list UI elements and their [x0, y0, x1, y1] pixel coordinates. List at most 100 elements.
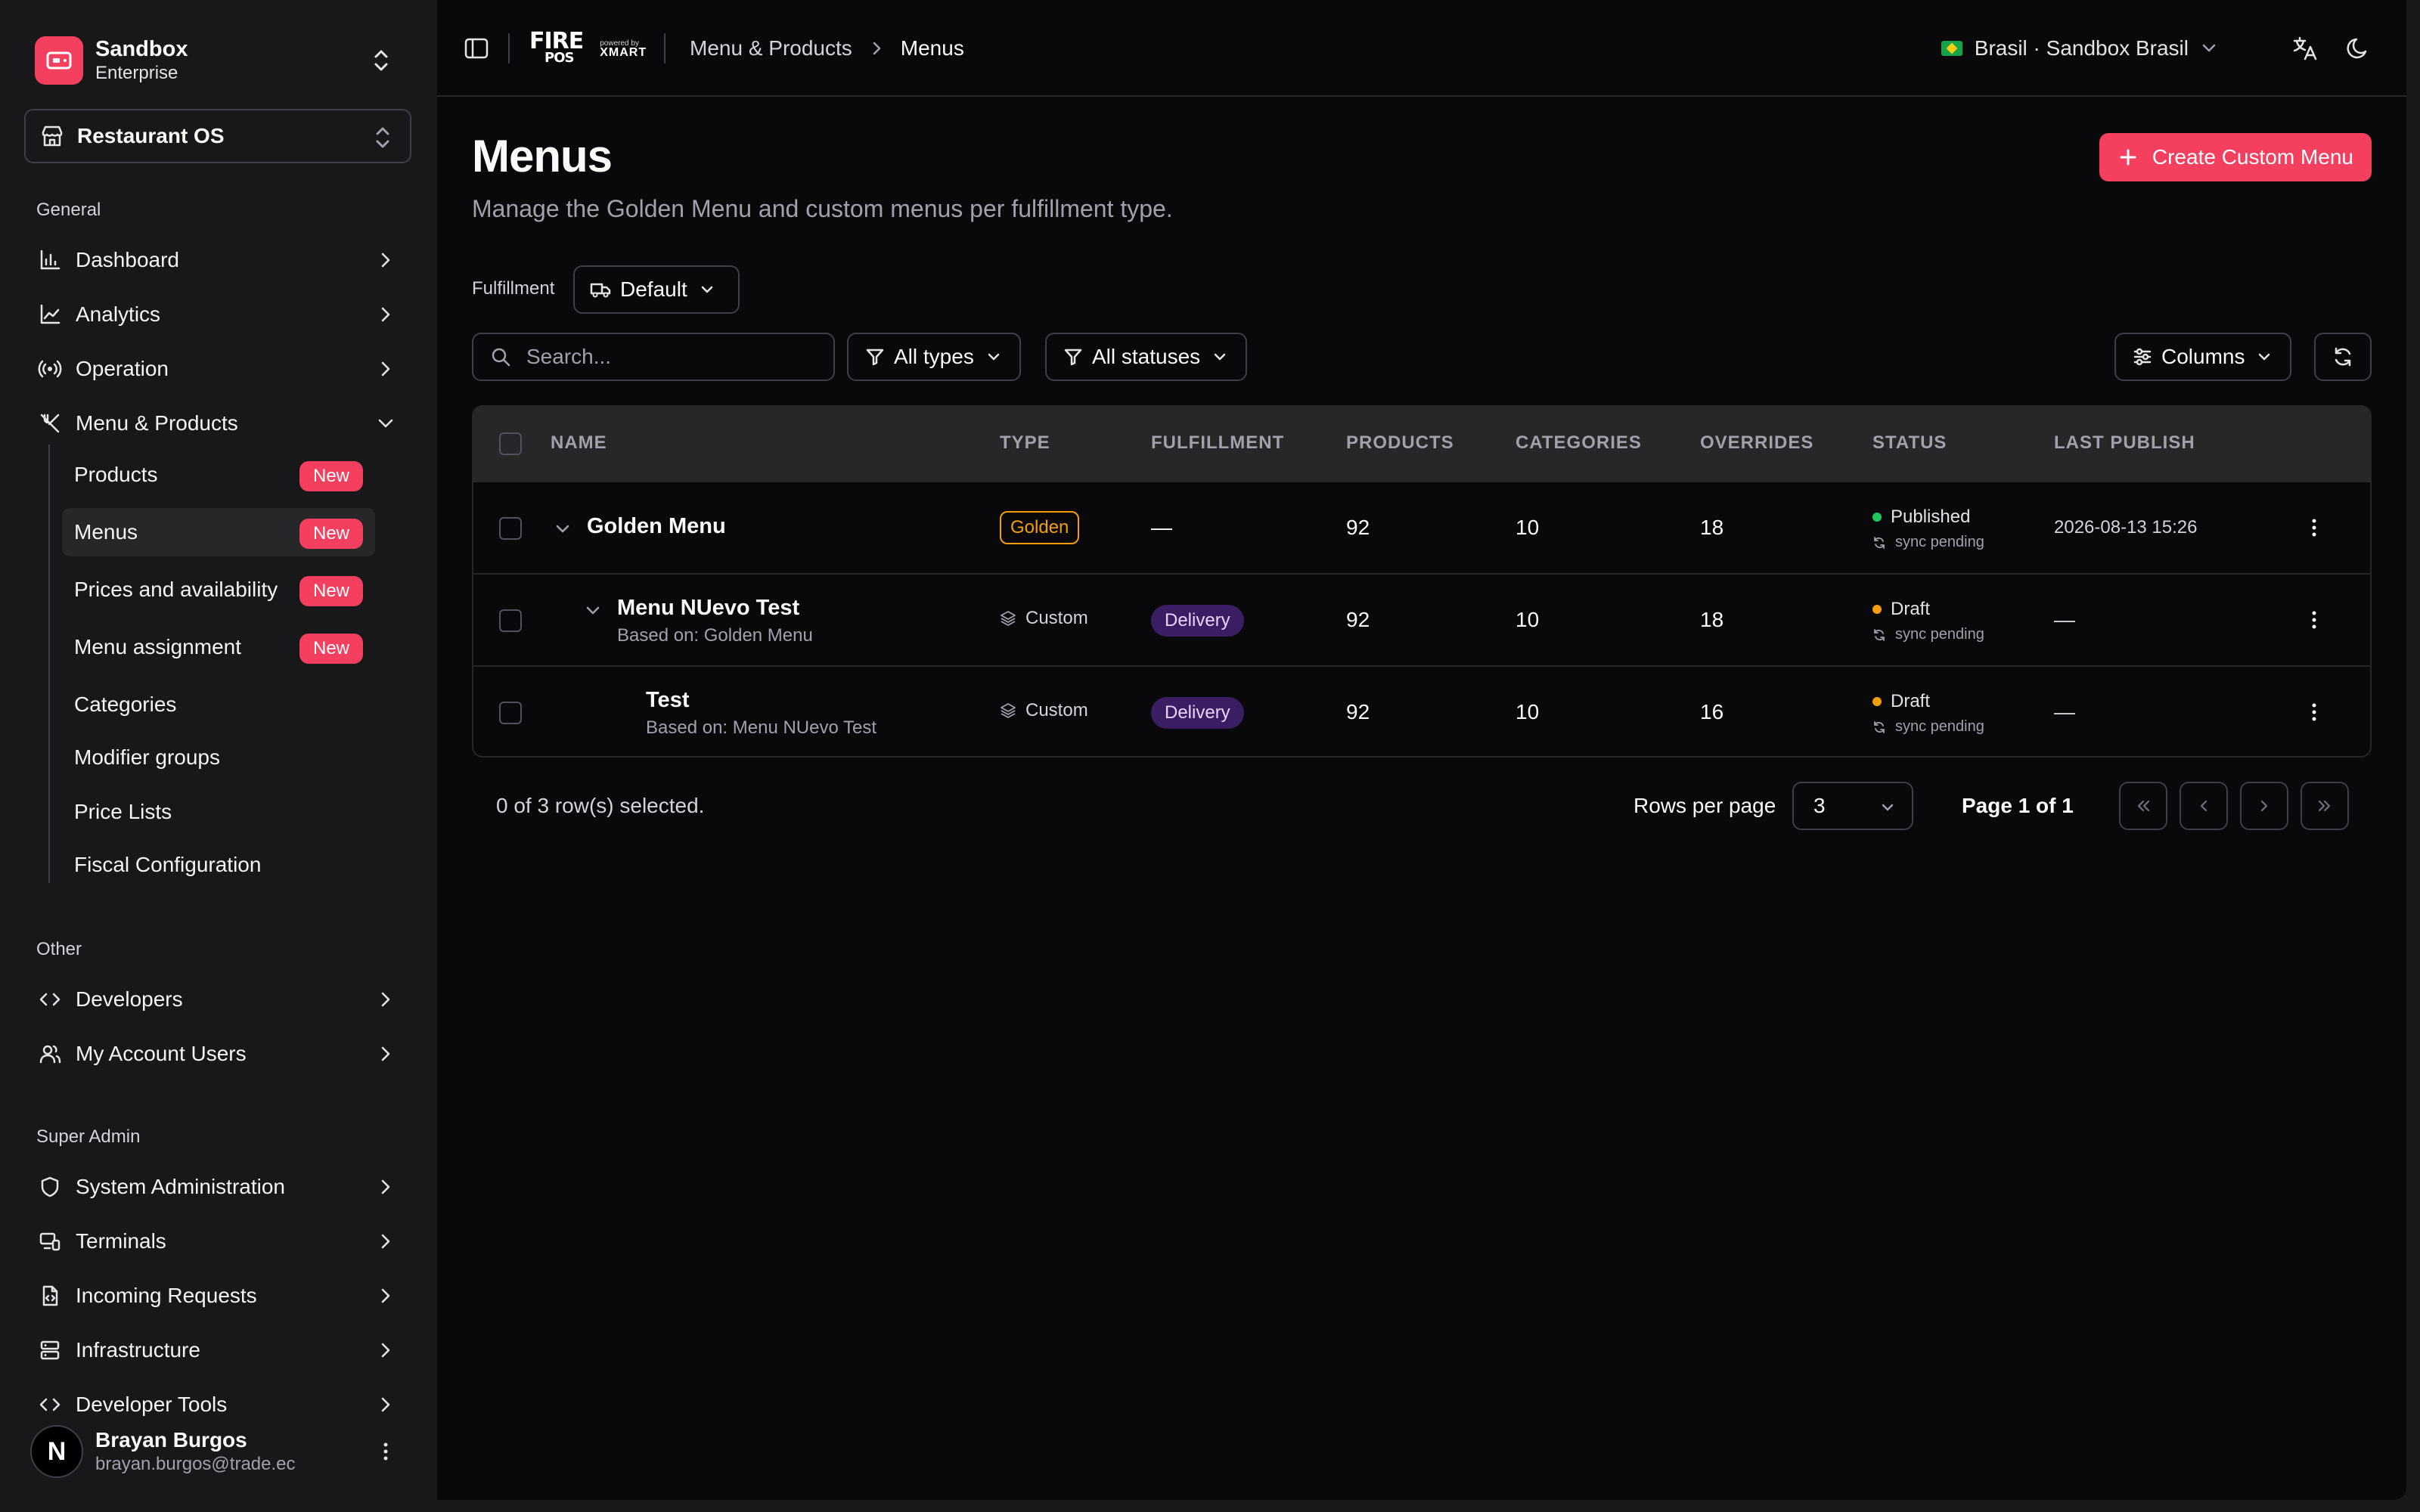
selection-count: 0 of 3 row(s) selected.: [496, 794, 705, 817]
region-selector[interactable]: Brasil · Sandbox Brasil: [1941, 32, 2219, 65]
search-field[interactable]: [472, 333, 835, 381]
more-vertical-icon[interactable]: [2301, 699, 2328, 726]
server-icon: [35, 1335, 65, 1365]
sidebar-item-categories[interactable]: Categories: [62, 680, 375, 729]
brazil-flag-icon: [1941, 41, 1962, 56]
sidebar-item-analytics[interactable]: Analytics: [24, 290, 411, 339]
sidebar-item-menus[interactable]: Menus New: [62, 508, 375, 556]
columns-button[interactable]: Columns: [2114, 333, 2292, 381]
next-page-button[interactable]: [2240, 782, 2288, 830]
column-header[interactable]: LAST PUBLISH: [2054, 432, 2195, 454]
table-row[interactable]: Menu NUevo Test Based on: Golden Menu Cu…: [473, 573, 2370, 665]
more-vertical-icon[interactable]: [2301, 606, 2328, 634]
sidebar-item-infrastructure[interactable]: Infrastructure: [24, 1326, 411, 1374]
status-cell: Published sync pending: [1872, 507, 1984, 551]
org-switcher[interactable]: Sandbox Enterprise: [24, 27, 405, 94]
page-info: Page 1 of 1: [1962, 794, 2074, 817]
bar-chart-icon: [35, 245, 65, 275]
sidebar-item-label: Prices and availability: [74, 578, 278, 601]
chevron-left-icon: [2200, 800, 2207, 812]
refresh-button[interactable]: [2314, 333, 2372, 381]
fulfillment-select[interactable]: Default: [573, 265, 740, 314]
type-custom: Custom: [1000, 700, 1088, 721]
search-input[interactable]: [526, 345, 814, 369]
first-page-button[interactable]: [2119, 782, 2167, 830]
more-vertical-icon[interactable]: [372, 1438, 399, 1465]
sidebar-item-menu-products[interactable]: Menu & Products: [24, 399, 411, 448]
chevron-right-icon: [381, 1046, 390, 1061]
last-page-button[interactable]: [2301, 782, 2349, 830]
new-badge: New: [299, 634, 363, 664]
select-all-checkbox[interactable]: [499, 432, 522, 455]
chevron-down-icon[interactable]: [582, 600, 603, 621]
section-label-general: General: [36, 200, 101, 220]
filter-types-button[interactable]: All types: [847, 333, 1021, 381]
overrides-cell: 18: [1700, 516, 1724, 539]
fulfillment-badge: Delivery: [1151, 605, 1244, 637]
store-icon: [42, 125, 63, 147]
row-checkbox[interactable]: [499, 609, 522, 632]
column-header[interactable]: TYPE: [1000, 432, 1050, 454]
row-checkbox[interactable]: [499, 517, 522, 540]
sidebar: Sandbox Enterprise Restaurant OS General…: [0, 0, 436, 1512]
moon-icon[interactable]: [2343, 33, 2373, 64]
sidebar-item-products[interactable]: Products New: [62, 451, 375, 499]
sidebar-item-menu-assignment[interactable]: Menu assignment New: [62, 623, 375, 671]
column-header[interactable]: NAME: [551, 432, 607, 454]
filter-icon: [866, 349, 884, 366]
sidebar-item-modifier-groups[interactable]: Modifier groups: [62, 733, 375, 782]
file-code-icon: [35, 1281, 65, 1311]
sidebar-item-incoming-requests[interactable]: Incoming Requests: [24, 1272, 411, 1320]
sidebar-item-system-administration[interactable]: System Administration: [24, 1163, 411, 1211]
products-cell: 92: [1346, 608, 1370, 631]
filter-statuses-button[interactable]: All statuses: [1045, 333, 1248, 381]
chevron-down-icon[interactable]: [552, 519, 573, 540]
menu-name[interactable]: Test: [646, 688, 876, 713]
row-checkbox[interactable]: [499, 702, 522, 724]
column-header[interactable]: CATEGORIES: [1516, 432, 1642, 454]
sidebar-item-terminals[interactable]: Terminals: [24, 1217, 411, 1266]
chevron-right-icon: [381, 307, 390, 322]
column-header[interactable]: STATUS: [1872, 432, 1947, 454]
table-row[interactable]: Golden Menu Golden — 92 10 18 Published …: [473, 481, 2370, 573]
column-header[interactable]: PRODUCTS: [1346, 432, 1454, 454]
previous-page-button[interactable]: [2180, 782, 2228, 830]
last-publish-cell: —: [2054, 608, 2075, 631]
sidebar-item-my-account-users[interactable]: My Account Users: [24, 1030, 411, 1078]
avatar: N: [30, 1425, 83, 1478]
column-header[interactable]: FULFILLMENT: [1151, 432, 1284, 454]
create-custom-menu-button[interactable]: Create Custom Menu: [2099, 133, 2372, 181]
translate-icon[interactable]: [2290, 33, 2320, 64]
fulfillment-cell: —: [1151, 516, 1172, 539]
status-label: Draft: [1891, 599, 1931, 619]
radio-icon: [35, 354, 65, 384]
columns-label: Columns: [2161, 345, 2245, 368]
more-vertical-icon[interactable]: [2301, 514, 2328, 541]
sidebar-item-label: Dashboard: [76, 248, 179, 271]
sidebar-item-developers[interactable]: Developers: [24, 975, 411, 1024]
divider: [508, 33, 510, 64]
app-selector[interactable]: Restaurant OS: [24, 109, 411, 163]
rows-per-page-select[interactable]: 3: [1792, 782, 1913, 830]
column-header[interactable]: OVERRIDES: [1700, 432, 1813, 454]
fulfillment-value: Default: [620, 277, 687, 301]
sidebar-item-dashboard[interactable]: Dashboard: [24, 236, 411, 284]
menu-name[interactable]: Menu NUevo Test: [617, 596, 813, 621]
sidebar-item-price-lists[interactable]: Price Lists: [62, 788, 375, 836]
chevron-right-icon: [381, 361, 390, 376]
sidebar-toggle-icon[interactable]: [463, 35, 490, 62]
menu-name[interactable]: Golden Menu: [587, 514, 726, 539]
code-icon: [35, 1390, 65, 1420]
sidebar-item-fiscal-configuration[interactable]: Fiscal Configuration: [62, 841, 375, 889]
overrides-cell: 18: [1700, 608, 1724, 631]
breadcrumb-parent[interactable]: Menu & Products: [690, 36, 852, 60]
firepos-logo: FIRE POS powered by XMART: [529, 26, 647, 71]
status-dot: [1872, 697, 1882, 706]
chevron-right-icon: [381, 1343, 390, 1358]
products-cell: 92: [1346, 516, 1370, 539]
search-icon: [492, 348, 510, 367]
sidebar-item-prices-availability[interactable]: Prices and availability New: [62, 565, 375, 614]
table-row[interactable]: Test Based on: Menu NUevo Test Custom De…: [473, 665, 2370, 756]
user-menu[interactable]: N Brayan Burgos brayan.burgos@trade.ec: [30, 1421, 411, 1482]
sidebar-item-operation[interactable]: Operation: [24, 345, 411, 393]
